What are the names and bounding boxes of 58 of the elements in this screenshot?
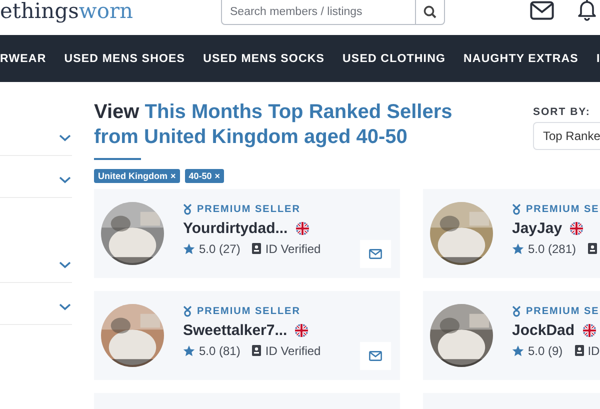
remove-tag-button[interactable]: ×	[170, 171, 176, 181]
nav-link[interactable]: USED MENS SOCKS	[203, 52, 325, 64]
tag-label: United Kingdom	[98, 171, 168, 181]
remove-tag-button[interactable]: ×	[214, 171, 220, 181]
site-logo[interactable]: ethingsworn	[0, 0, 221, 24]
badge-label: PREMIUM SELLER	[197, 306, 300, 316]
medal-icon	[512, 204, 521, 214]
id-card-icon	[252, 345, 262, 356]
message-button[interactable]	[360, 342, 391, 370]
badge-label: PREMIUM SELLER	[197, 204, 300, 214]
bell-icon[interactable]	[577, 0, 597, 21]
page-heading: View This Months Top Ranked Sellers from United Kingdom aged 40-50	[94, 100, 454, 150]
uk-flag-icon	[570, 222, 584, 234]
star-icon	[183, 242, 195, 254]
nav-link[interactable]: RWEAR	[0, 52, 46, 64]
medal-icon	[183, 204, 192, 214]
seller-name[interactable]: Sweettalker7...	[183, 322, 288, 338]
nav-link[interactable]: USED CLOTHING	[342, 52, 446, 64]
badge-label: PREMIUM SE	[526, 204, 600, 214]
badge-label: PREMIUM SE	[526, 306, 600, 316]
seller-card[interactable]: PREMIUM SE JayJay 5.0 (281)	[423, 189, 600, 278]
id-card-icon	[252, 243, 262, 254]
id-verified-label: ID	[588, 344, 600, 358]
message-button[interactable]	[360, 240, 391, 268]
star-icon	[512, 242, 524, 254]
seller-card[interactable]: PREMIUM SELLER Sweettalker7... 5.0 (81) ID Verified	[94, 291, 400, 380]
id-verified-label: ID Verified	[265, 242, 321, 256]
rating: 5.0 (81)	[199, 344, 240, 358]
uk-flag-icon	[296, 222, 309, 234]
search-button[interactable]	[416, 0, 445, 25]
seller-card[interactable]: PREMIUM SE JockDad 5.0 (9) ID	[423, 291, 600, 380]
tag-label: 40-50	[188, 171, 212, 181]
seller-name[interactable]: JockDad	[512, 322, 575, 338]
search-icon	[423, 5, 437, 19]
search-field[interactable]: Search members / listings	[221, 0, 416, 25]
rating: 5.0 (27)	[199, 242, 240, 256]
seller-name[interactable]: JayJay	[512, 220, 562, 236]
mail-icon	[369, 351, 382, 361]
rating: 5.0 (281)	[528, 242, 576, 256]
star-icon	[183, 344, 195, 356]
mail-icon[interactable]	[530, 1, 554, 20]
nav-link[interactable]: NAUGHTY EXTRAS	[464, 52, 578, 64]
seller-card[interactable]: PREMIUM SELLER Yourdirtydad... 5.0 (27) ID Verified	[94, 189, 400, 278]
mail-icon	[369, 249, 382, 259]
sort-label: SORT BY:	[533, 106, 592, 118]
seller-name[interactable]: Yourdirtydad...	[183, 220, 288, 236]
id-card-icon	[588, 243, 598, 254]
id-card-icon	[574, 345, 584, 356]
medal-icon	[512, 306, 521, 316]
medal-icon	[183, 306, 192, 316]
id-verified-label: ID Verified	[265, 344, 321, 358]
nav-link[interactable]: USED MENS SHOES	[64, 52, 186, 64]
uk-flag-icon	[582, 324, 596, 336]
nav-link[interactable]: I	[596, 52, 600, 64]
star-icon	[512, 344, 524, 356]
rating: 5.0 (9)	[528, 344, 563, 358]
uk-flag-icon	[295, 324, 308, 336]
sort-select[interactable]: Top Ranke	[533, 122, 600, 150]
